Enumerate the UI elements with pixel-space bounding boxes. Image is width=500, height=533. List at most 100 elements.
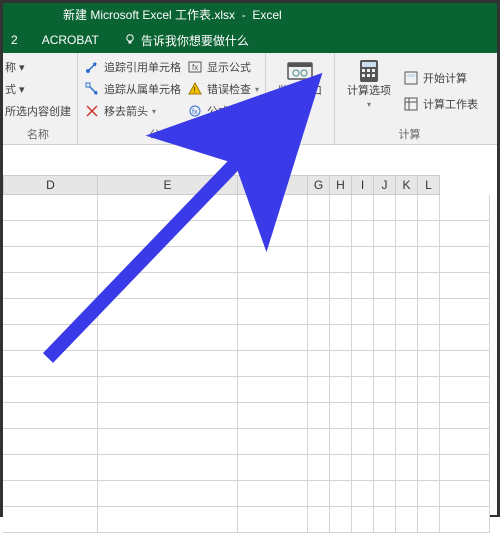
cell[interactable] [308,273,330,299]
cell[interactable] [238,403,308,429]
cell[interactable] [440,351,490,377]
cell[interactable] [374,221,396,247]
cell[interactable] [440,403,490,429]
cell[interactable] [98,273,238,299]
create-from-selection-partial[interactable]: 所选内容创建 [5,101,71,121]
evaluate-formula-button[interactable]: fx 公式求值 [187,101,259,121]
tell-me-search[interactable]: 告诉我你想要做什么 [123,32,249,49]
cell[interactable] [440,299,490,325]
cell[interactable] [374,481,396,507]
cell[interactable] [98,455,238,481]
cell[interactable] [238,195,308,221]
trace-dependents-button[interactable]: 追踪从属单元格 [84,79,181,99]
cell[interactable] [440,221,490,247]
ribbon-tab-index[interactable]: 2 [11,33,18,47]
cell[interactable] [418,325,440,351]
cell[interactable] [308,351,330,377]
cell[interactable] [352,455,374,481]
cell[interactable] [396,221,418,247]
cell[interactable] [440,325,490,351]
cell[interactable] [374,507,396,533]
cell[interactable] [352,403,374,429]
column-header[interactable]: I [352,175,374,195]
cell[interactable] [440,273,490,299]
cell[interactable] [98,221,238,247]
cell[interactable] [352,325,374,351]
calculate-sheet-button[interactable]: 计算工作表 [403,94,478,114]
cell[interactable] [440,481,490,507]
cell[interactable] [3,481,98,507]
cell[interactable] [352,507,374,533]
cell[interactable] [374,455,396,481]
cell[interactable] [396,377,418,403]
cell[interactable] [396,403,418,429]
column-header[interactable]: L [418,175,440,195]
cell[interactable] [352,377,374,403]
cell[interactable] [396,195,418,221]
column-header[interactable]: J [374,175,396,195]
cell[interactable] [374,325,396,351]
remove-arrows-button[interactable]: 移去箭头 ▾ [84,101,181,121]
spreadsheet-area[interactable]: DEFGHIJKL [3,145,497,515]
cell[interactable] [3,221,98,247]
cell-grid[interactable] [3,195,497,515]
cell[interactable] [3,507,98,533]
cell[interactable] [308,481,330,507]
cell[interactable] [238,481,308,507]
cell[interactable] [308,195,330,221]
cell[interactable] [308,429,330,455]
cell[interactable] [98,195,238,221]
cell[interactable] [418,273,440,299]
cell[interactable] [3,377,98,403]
cell[interactable] [418,195,440,221]
cell[interactable] [418,455,440,481]
cell[interactable] [308,325,330,351]
cell[interactable] [440,455,490,481]
cell[interactable] [330,507,352,533]
name-dropdown-partial[interactable]: 称 ▾ [5,57,71,77]
cell[interactable] [396,273,418,299]
cell[interactable] [308,403,330,429]
cell[interactable] [396,299,418,325]
cell[interactable] [374,273,396,299]
cell[interactable] [98,351,238,377]
cell[interactable] [238,247,308,273]
error-checking-button[interactable]: ! 错误检查 ▾ [187,79,259,99]
cell[interactable] [330,221,352,247]
cell[interactable] [330,299,352,325]
cell[interactable] [440,429,490,455]
cell[interactable] [396,507,418,533]
ribbon-tab-acrobat[interactable]: ACROBAT [42,33,99,47]
cell[interactable] [352,351,374,377]
calculation-options-button[interactable]: 计算选项▾ [341,57,397,124]
cell[interactable] [396,481,418,507]
cell[interactable] [374,195,396,221]
watch-window-button[interactable]: 监视窗口 [272,57,328,128]
cell[interactable] [238,351,308,377]
cell[interactable] [440,247,490,273]
cell[interactable] [396,247,418,273]
cell[interactable] [3,195,98,221]
show-formulas-button[interactable]: fx 显示公式 [187,57,259,77]
cell[interactable] [3,455,98,481]
cell[interactable] [374,351,396,377]
cell[interactable] [330,481,352,507]
cell[interactable] [374,429,396,455]
cell[interactable] [440,195,490,221]
cell[interactable] [98,507,238,533]
cell[interactable] [308,299,330,325]
cell[interactable] [238,325,308,351]
column-header[interactable]: H [330,175,352,195]
cell[interactable] [238,429,308,455]
cell[interactable] [330,247,352,273]
cell[interactable] [238,273,308,299]
cell[interactable] [330,273,352,299]
cell[interactable] [352,247,374,273]
cell[interactable] [308,247,330,273]
cell[interactable] [374,299,396,325]
cell[interactable] [396,429,418,455]
cell[interactable] [418,481,440,507]
cell[interactable] [418,247,440,273]
cell[interactable] [330,429,352,455]
cell[interactable] [374,377,396,403]
